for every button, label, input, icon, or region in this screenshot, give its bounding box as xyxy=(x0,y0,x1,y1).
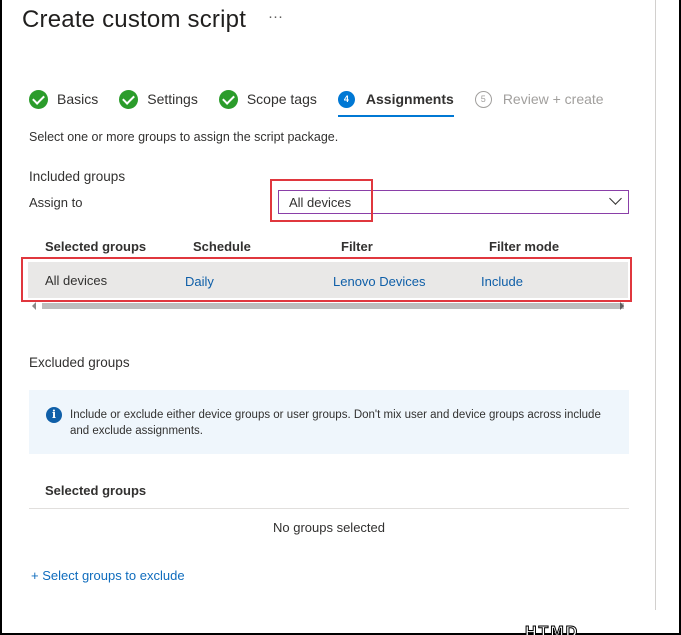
chevron-down-icon xyxy=(609,192,622,205)
column-header-schedule: Schedule xyxy=(193,239,251,254)
column-header-filter-mode: Filter mode xyxy=(489,239,560,254)
column-header-filter: Filter xyxy=(341,239,373,254)
step-scope-tags[interactable]: Scope tags xyxy=(218,88,317,110)
step-label: Settings xyxy=(147,91,198,107)
excluded-groups-heading: Excluded groups xyxy=(29,355,130,370)
more-options-icon[interactable]: ··· xyxy=(268,8,283,25)
select-groups-to-exclude-link[interactable]: + Select groups to exclude xyxy=(31,568,185,583)
step-label: Review + create xyxy=(502,91,604,107)
excluded-column-header: Selected groups xyxy=(45,483,147,498)
check-icon xyxy=(119,89,139,109)
step-label: Assignments xyxy=(365,91,454,107)
divider xyxy=(29,508,629,509)
horizontal-scrollbar[interactable] xyxy=(30,301,626,311)
step-basics[interactable]: Basics xyxy=(29,88,98,110)
step-assignments[interactable]: 4 Assignments xyxy=(337,88,454,117)
panel-scroll-divider xyxy=(655,0,656,610)
scroll-right-icon[interactable] xyxy=(620,302,624,310)
step-number-badge: 4 xyxy=(337,90,355,108)
step-number-badge: 5 xyxy=(474,90,492,108)
check-icon xyxy=(218,89,238,109)
step-label: Scope tags xyxy=(246,91,317,107)
assignments-description: Select one or more groups to assign the … xyxy=(29,130,339,144)
page-title: Create custom script xyxy=(22,6,247,33)
step-settings[interactable]: Settings xyxy=(119,88,198,110)
step-review-create: 5 Review + create xyxy=(474,88,604,110)
scroll-left-icon[interactable] xyxy=(32,302,36,310)
scroll-thumb[interactable] xyxy=(42,303,624,309)
wizard-steps: Basics Settings Scope tags 4 Assignments… xyxy=(29,88,625,117)
info-banner: i Include or exclude either device group… xyxy=(29,390,629,454)
info-text: Include or exclude either device groups … xyxy=(70,409,601,437)
assign-to-label: Assign to xyxy=(29,195,83,210)
included-groups-heading: Included groups xyxy=(29,169,126,184)
column-header-selected-groups: Selected groups xyxy=(45,239,147,254)
info-icon: i xyxy=(46,407,62,423)
watermark-logo: HTMD xyxy=(524,624,580,635)
check-icon xyxy=(29,89,48,109)
highlight-box-row xyxy=(21,257,632,302)
empty-state-text: No groups selected xyxy=(272,520,385,535)
step-label: Basics xyxy=(57,91,99,107)
highlight-box-dropdown xyxy=(270,179,373,222)
